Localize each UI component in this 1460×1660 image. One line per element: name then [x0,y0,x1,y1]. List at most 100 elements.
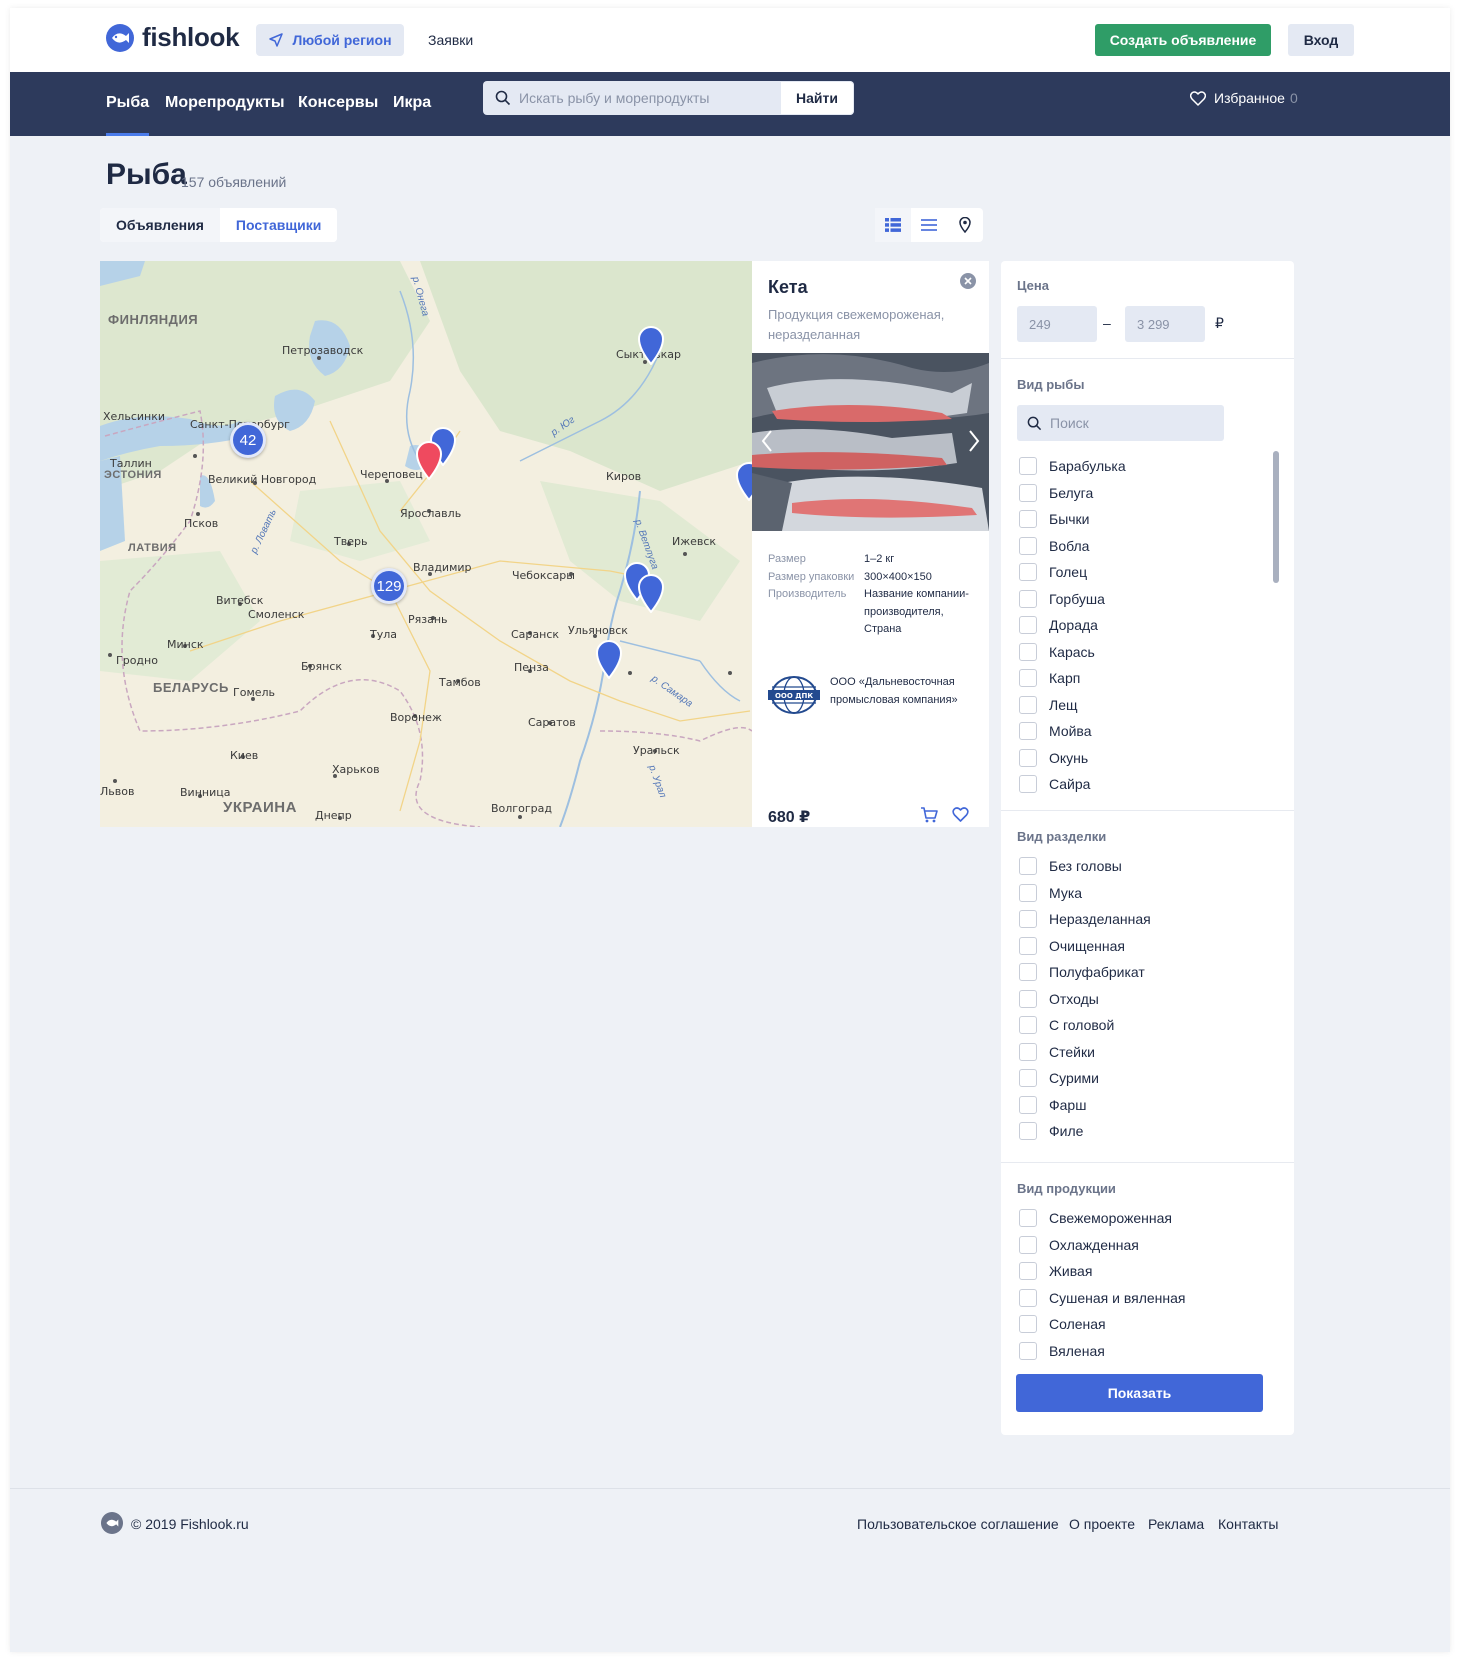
price-from-input[interactable]: 249 [1017,306,1097,342]
filter-option-fish[interactable]: Барабулька [1019,457,1126,475]
map-pin-icon[interactable] [594,639,624,679]
show-results-button[interactable]: Показать [1016,1374,1263,1412]
filter-option-cut[interactable]: Мука [1019,883,1082,902]
filter-option-fish[interactable]: Карп [1019,669,1080,687]
map-pin-icon[interactable] [636,573,666,613]
orders-link[interactable]: Заявки [428,32,473,48]
listing-card[interactable]: Кета Продукция свежемороженая, нераздела… [752,261,989,827]
filter-option-fish[interactable]: Сайра [1019,775,1090,793]
checkbox[interactable] [1019,616,1037,634]
checkbox[interactable] [1019,748,1037,767]
tab-suppliers[interactable]: Поставщики [219,208,338,242]
search-button[interactable]: Найти [780,81,854,115]
region-button[interactable]: Любой регион [256,24,404,56]
checkbox[interactable] [1019,1095,1037,1114]
checkbox[interactable] [1019,642,1037,661]
filter-option-fish[interactable]: Карась [1019,642,1095,661]
filter-option-product[interactable]: Вяленая [1019,1341,1105,1360]
product-photo[interactable] [752,353,989,531]
nav-item-canned[interactable]: Консервы [298,94,378,112]
checkbox[interactable] [1019,989,1037,1008]
filter-option-fish[interactable]: Горбуша [1019,589,1105,608]
filter-option-fish[interactable]: Дорада [1019,616,1098,634]
filter-option-cut[interactable]: Отходы [1019,989,1099,1008]
grid-view-icon[interactable] [875,208,911,242]
footer-link-about[interactable]: О проекте [1069,1516,1135,1532]
filter-option-cut[interactable]: Неразделанная [1019,910,1151,928]
logo[interactable]: fishlook [106,22,240,53]
favorites-link[interactable]: Избранное 0 [1190,90,1298,106]
checkbox[interactable] [1019,775,1037,793]
search-input[interactable] [519,81,780,115]
checkbox[interactable] [1019,722,1037,740]
cart-icon[interactable] [920,807,938,823]
tab-listings[interactable]: Объявления [100,208,220,242]
footer-link-ads[interactable]: Реклама [1148,1516,1204,1532]
filter-option-fish[interactable]: Белуга [1019,483,1093,502]
filter-option-product[interactable]: Соленая [1019,1315,1106,1333]
fish-search-input[interactable]: Поиск [1017,405,1224,441]
checkbox[interactable] [1019,1069,1037,1087]
checkbox[interactable] [1019,1288,1037,1307]
close-icon[interactable] [960,273,976,289]
checkbox[interactable] [1019,936,1037,955]
nav-item-fish[interactable]: Рыба [106,94,150,136]
prev-arrow-icon[interactable] [760,429,774,453]
checkbox[interactable] [1019,963,1037,981]
checkbox[interactable] [1019,1341,1037,1360]
checkbox[interactable] [1019,510,1037,528]
filter-option-cut[interactable]: Стейки [1019,1042,1095,1061]
list-view-icon[interactable] [911,208,947,242]
price-to-input[interactable]: 3 299 [1125,306,1205,342]
checkbox[interactable] [1019,883,1037,902]
filter-scrollbar[interactable] [1273,451,1279,583]
filter-option-cut[interactable]: Очищенная [1019,936,1125,955]
checkbox[interactable] [1019,669,1037,687]
filter-option-fish[interactable]: Мойва [1019,722,1092,740]
nav-item-caviar[interactable]: Икра [393,94,431,112]
filter-option-product[interactable]: Свежемороженная [1019,1209,1172,1227]
checkbox[interactable] [1019,563,1037,581]
filter-option-cut[interactable]: Филе [1019,1122,1083,1140]
checkbox[interactable] [1019,483,1037,502]
checkbox[interactable] [1019,1209,1037,1227]
checkbox[interactable] [1019,1042,1037,1061]
filter-option-fish[interactable]: Голец [1019,563,1087,581]
checkbox[interactable] [1019,1122,1037,1140]
checkbox[interactable] [1019,1235,1037,1254]
heart-icon[interactable] [952,807,969,822]
checkbox[interactable] [1019,695,1037,714]
filter-option-cut[interactable]: С головой [1019,1016,1114,1034]
filter-option-fish[interactable]: Бычки [1019,510,1090,528]
create-listing-button[interactable]: Создать объявление [1095,24,1271,56]
map-cluster[interactable]: 42 [230,422,266,458]
filter-option-cut[interactable]: Сурими [1019,1069,1099,1087]
checkbox[interactable] [1019,1262,1037,1280]
filter-option-fish[interactable]: Окунь [1019,748,1088,767]
checkbox[interactable] [1019,1016,1037,1034]
checkbox[interactable] [1019,536,1037,555]
filter-option-product[interactable]: Сушеная и вяленная [1019,1288,1185,1307]
map-pin-icon[interactable] [734,461,752,501]
checkbox[interactable] [1019,457,1037,475]
filter-option-product[interactable]: Живая [1019,1262,1092,1280]
filter-option-cut[interactable]: Фарш [1019,1095,1086,1114]
nav-item-seafood[interactable]: Морепродукты [165,94,285,112]
checkbox[interactable] [1019,1315,1037,1333]
checkbox[interactable] [1019,910,1037,928]
filter-option-fish[interactable]: Вобла [1019,536,1089,555]
filter-option-cut[interactable]: Без головы [1019,857,1122,875]
checkbox[interactable] [1019,589,1037,608]
login-button[interactable]: Вход [1288,24,1354,56]
filter-option-fish[interactable]: Лещ [1019,695,1078,714]
map-cluster[interactable]: 129 [371,568,407,604]
filter-option-product[interactable]: Охлажденная [1019,1235,1139,1254]
filter-option-cut[interactable]: Полуфабрикат [1019,963,1145,981]
map-pin-view-icon[interactable] [947,208,983,242]
map-pin-icon[interactable] [636,325,666,365]
next-arrow-icon[interactable] [967,429,981,453]
listings-map[interactable]: ФИНЛЯНДИЯ ЭСТОНИЯ ЛАТВИЯ БЕЛАРУСЬ УКРАИН… [100,261,752,827]
company-block[interactable]: ООО ДПК ООО «Дальневосточная промысловая… [768,673,970,717]
company-name[interactable]: ООО «Дальневосточная промысловая компани… [830,673,970,709]
footer-link-terms[interactable]: Пользовательское соглашение [857,1516,1059,1532]
